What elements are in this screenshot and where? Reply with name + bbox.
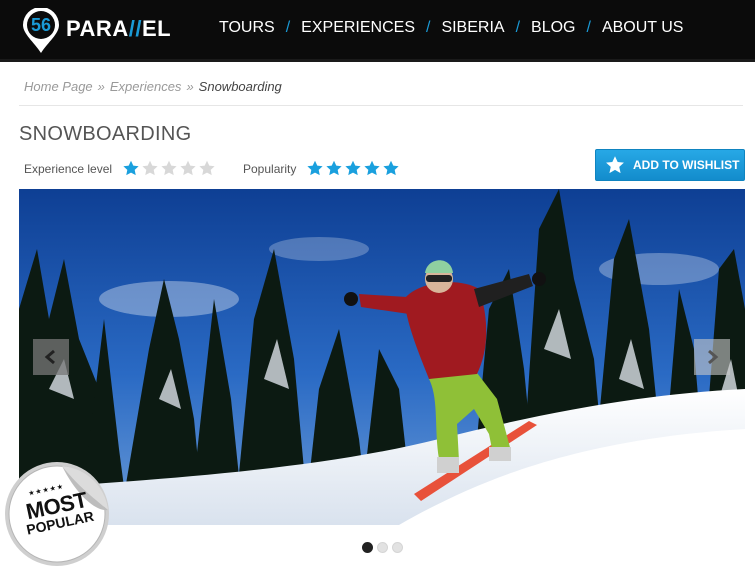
- star-empty-icon: [141, 160, 159, 177]
- main-nav: TOURS / EXPERIENCES / SIBERIA / BLOG / A…: [219, 19, 683, 37]
- star-filled-icon: [122, 160, 140, 177]
- logo-wordmark: PARA//EL: [66, 16, 172, 41]
- map-pin-icon: 56: [22, 8, 60, 54]
- experience-level-rating: Experience level: [24, 160, 217, 177]
- chevron-right-icon: [704, 349, 720, 365]
- page-title: SNOWBOARDING: [19, 123, 192, 145]
- chevron-left-icon: [43, 349, 59, 365]
- popularity-label: Popularity: [243, 161, 297, 176]
- star-filled-icon: [325, 160, 343, 177]
- breadcrumb-current: Snowboarding: [198, 79, 282, 94]
- experience-level-label: Experience level: [24, 161, 113, 176]
- popularity-stars: [306, 160, 401, 177]
- divider: [19, 105, 743, 106]
- star-empty-icon: [179, 160, 197, 177]
- most-popular-badge: ★★★★★ MOST POPULAR: [2, 458, 112, 568]
- breadcrumb: Home Page » Experiences » Snowboarding: [24, 79, 282, 94]
- nav-separator: /: [285, 19, 291, 36]
- star-filled-icon: [344, 160, 362, 177]
- nav-siberia[interactable]: SIBERIA: [441, 19, 504, 37]
- slider-dot-3[interactable]: [392, 542, 403, 553]
- breadcrumb-home[interactable]: Home Page: [24, 79, 93, 94]
- wishlist-label: ADD TO WISHLIST: [633, 158, 740, 172]
- experience-level-stars: [122, 160, 217, 177]
- breadcrumb-separator: »: [97, 79, 105, 94]
- breadcrumb-separator: »: [186, 79, 194, 94]
- star-filled-icon: [363, 160, 381, 177]
- add-to-wishlist-button[interactable]: ADD TO WISHLIST: [595, 149, 745, 181]
- image-slider[interactable]: [19, 189, 745, 525]
- nav-about-us[interactable]: ABOUT US: [602, 19, 684, 37]
- slide-image-snowboarder: [19, 189, 745, 525]
- slider-next-button[interactable]: [694, 339, 730, 375]
- star-empty-icon: [198, 160, 216, 177]
- star-filled-icon: [306, 160, 324, 177]
- star-empty-icon: [160, 160, 178, 177]
- popularity-rating: Popularity: [243, 160, 401, 177]
- nav-separator: /: [586, 19, 591, 36]
- nav-tours[interactable]: TOURS: [219, 19, 275, 37]
- slider-pagination: [362, 542, 407, 553]
- nav-experiences[interactable]: EXPERIENCES: [301, 19, 415, 37]
- slider-dot-2[interactable]: [377, 542, 388, 553]
- star-icon: [605, 155, 625, 175]
- logo-number: 56: [30, 15, 52, 35]
- nav-blog[interactable]: BLOG: [531, 19, 575, 37]
- nav-separator: /: [515, 19, 521, 36]
- site-header: 56 PARA//EL TOURS / EXPERIENCES / SIBERI…: [0, 0, 755, 62]
- slider-dot-1[interactable]: [362, 542, 373, 553]
- nav-separator: /: [425, 19, 431, 36]
- slider-prev-button[interactable]: [33, 339, 69, 375]
- star-filled-icon: [382, 160, 400, 177]
- site-logo[interactable]: 56 PARA//EL: [22, 8, 171, 54]
- breadcrumb-experiences[interactable]: Experiences: [110, 79, 182, 94]
